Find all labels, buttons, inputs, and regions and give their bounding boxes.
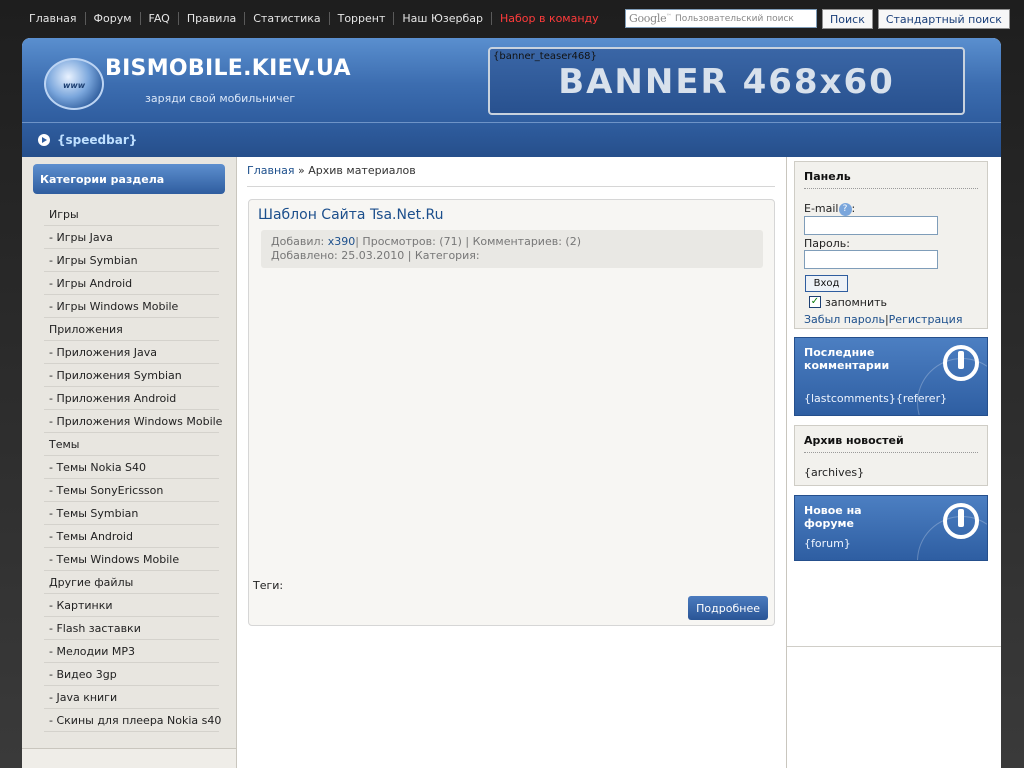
login-panel: Панель E-mail?: Пароль: Вход ✓ запомнить…: [794, 161, 988, 329]
login-button[interactable]: Вход: [805, 275, 848, 292]
right-sidebar: Панель E-mail?: Пароль: Вход ✓ запомнить…: [786, 157, 1001, 768]
google-logo: Google™: [629, 12, 672, 25]
category-item[interactable]: - Картинки: [44, 594, 219, 617]
forgot-password-link[interactable]: Забыл пароль: [804, 313, 885, 326]
panel-divider: [804, 188, 978, 189]
last-comments-body: {lastcomments}{referer}: [804, 392, 948, 405]
top-navigation: Главная Форум FAQ Правила Статистика Тор…: [0, 0, 1024, 38]
category-item[interactable]: - Мелодии MP3: [44, 640, 219, 663]
login-panel-title: Панель: [804, 170, 851, 183]
category-item[interactable]: - Видео 3gp: [44, 663, 219, 686]
post-tags-label: Теги:: [253, 579, 284, 592]
nav-home[interactable]: Главная: [22, 12, 85, 25]
post-meta-line-1: Добавил: x390| Просмотров: (71) | Коммен…: [271, 235, 753, 249]
breadcrumb-divider: [247, 186, 775, 187]
category-item[interactable]: - Игры Java: [44, 226, 219, 249]
category-item[interactable]: - Игры Android: [44, 272, 219, 295]
nav-statistics[interactable]: Статистика: [244, 11, 328, 25]
site-frame: www BISMOBILE.KIEV.UA заряди свой мобиль…: [22, 38, 1001, 768]
remember-label: запомнить: [825, 296, 888, 309]
remember-checkbox[interactable]: ✓: [809, 296, 821, 308]
category-item[interactable]: - Темы Nokia S40: [44, 456, 219, 479]
forum-news-box: Новое на форуме {forum}: [794, 495, 988, 561]
standard-search-button[interactable]: Стандартный поиск: [877, 9, 1010, 29]
post-stats: | Просмотров: (71) | Комментариев: (2): [355, 235, 581, 248]
category-item[interactable]: Другие файлы: [44, 571, 219, 594]
forum-news-title: Новое на форуме: [804, 504, 862, 530]
nav-userbar[interactable]: Наш Юзербар: [393, 11, 491, 25]
main-content: Главная » Архив материалов Шаблон Сайта …: [238, 157, 786, 768]
read-more-button[interactable]: Подробнее: [688, 596, 768, 620]
site-slogan: заряди свой мобильничег: [145, 92, 296, 105]
email-label: E-mail?:: [804, 202, 856, 216]
nav-torrent[interactable]: Торрент: [328, 11, 394, 25]
nav-team-recruitment[interactable]: Набор в команду: [490, 11, 607, 25]
search-input[interactable]: Google™ Пользовательский поиск: [625, 9, 817, 28]
breadcrumb-current: Архив материалов: [308, 164, 416, 177]
breadcrumb-separator: »: [294, 164, 309, 177]
top-banner[interactable]: {banner_teaser468} BANNER 468x60: [488, 47, 965, 115]
post-card: Шаблон Сайта Tsa.Net.Ru Добавил: x390| П…: [248, 199, 775, 626]
nav-faq[interactable]: FAQ: [139, 11, 178, 25]
speedbar-arrow-icon: [38, 134, 50, 146]
nav-rules[interactable]: Правила: [177, 11, 244, 25]
speedbar-placeholder: {speedbar}: [57, 133, 138, 147]
power-icon: [943, 345, 979, 381]
category-item[interactable]: - Скины для плеера Nokia s40: [44, 709, 221, 732]
post-meta: Добавил: x390| Просмотров: (71) | Коммен…: [261, 230, 763, 268]
email-field[interactable]: [804, 216, 938, 235]
category-item[interactable]: Игры: [44, 203, 219, 226]
category-item[interactable]: Темы: [44, 433, 219, 456]
password-label: Пароль:: [804, 237, 850, 250]
breadcrumb-home-link[interactable]: Главная: [247, 164, 295, 177]
added-by-label: Добавил:: [271, 235, 328, 248]
categories-title: Категории раздела: [33, 164, 225, 194]
last-comments-title: Последние комментарии: [804, 346, 890, 372]
post-title-link[interactable]: Шаблон Сайта Tsa.Net.Ru: [258, 207, 444, 223]
site-logo-text[interactable]: BISMOBILE.KIEV.UA: [105, 56, 351, 81]
category-item[interactable]: - Игры Windows Mobile: [44, 295, 219, 318]
search-placeholder: Пользовательский поиск: [675, 13, 794, 24]
news-archive-body: {archives}: [804, 466, 865, 479]
top-nav-list: Главная Форум FAQ Правила Статистика Тор…: [22, 11, 607, 25]
category-item[interactable]: - Игры Symbian: [44, 249, 219, 272]
left-sidebar: Категории раздела Игры - Игры Java - Игр…: [22, 157, 237, 768]
last-comments-box: Последние комментарии {lastcomments}{ref…: [794, 337, 988, 416]
speedbar: {speedbar}: [22, 122, 1001, 157]
category-item[interactable]: - Flash заставки: [44, 617, 219, 640]
forum-news-body: {forum}: [804, 537, 851, 550]
archive-divider: [804, 452, 978, 453]
category-item[interactable]: - Приложения Android: [44, 387, 219, 410]
post-date-line: Добавлено: 25.03.2010 | Категория:: [271, 249, 480, 262]
logo-globe-icon[interactable]: www: [44, 58, 104, 110]
category-item[interactable]: - Темы Windows Mobile: [44, 548, 219, 571]
news-archive-box: Архив новостей {archives}: [794, 425, 988, 486]
category-item[interactable]: - Темы SonyEricsson: [44, 479, 219, 502]
category-item[interactable]: - Приложения Symbian: [44, 364, 219, 387]
search-button[interactable]: Поиск: [822, 9, 873, 29]
category-item[interactable]: Приложения: [44, 318, 219, 341]
category-list: Игры - Игры Java - Игры Symbian - Игры A…: [44, 203, 222, 732]
banner-text: BANNER 468x60: [558, 62, 895, 102]
category-item[interactable]: - Приложения Windows Mobile: [44, 410, 222, 433]
help-icon[interactable]: ?: [838, 202, 852, 216]
panel-links: Забыл пароль|Регистрация: [804, 313, 962, 326]
power-icon: [943, 503, 979, 539]
logo-badge: www: [63, 81, 86, 90]
breadcrumb: Главная » Архив материалов: [247, 164, 416, 177]
news-archive-title: Архив новостей: [804, 434, 904, 447]
left-sidebar-footer: [22, 748, 236, 768]
nav-forum[interactable]: Форум: [84, 11, 140, 25]
author-link[interactable]: x390: [328, 235, 356, 248]
right-sidebar-divider: [787, 646, 1001, 647]
banner-teaser-placeholder: {banner_teaser468}: [493, 51, 597, 62]
password-field[interactable]: [804, 250, 938, 269]
category-item[interactable]: - Темы Android: [44, 525, 219, 548]
category-item[interactable]: - Java книги: [44, 686, 219, 709]
search-bar: Google™ Пользовательский поиск Поиск Ста…: [625, 9, 1010, 29]
site-header: www BISMOBILE.KIEV.UA заряди свой мобиль…: [22, 38, 1001, 122]
register-link[interactable]: Регистрация: [889, 313, 963, 326]
category-item[interactable]: - Темы Symbian: [44, 502, 219, 525]
category-item[interactable]: - Приложения Java: [44, 341, 219, 364]
